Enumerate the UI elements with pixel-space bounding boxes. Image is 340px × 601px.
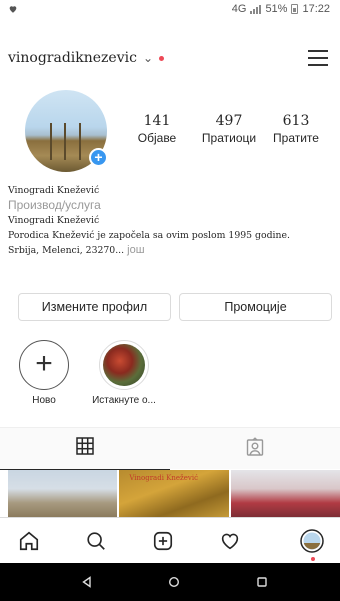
username: vinogradiknezevic <box>8 50 137 66</box>
posts-grid: Vinogradi Knežević <box>8 470 340 517</box>
home-icon[interactable] <box>16 528 42 554</box>
posts-count: 141 <box>143 113 171 129</box>
hamburger-menu-icon[interactable] <box>308 50 328 66</box>
profile-tabs <box>0 427 340 470</box>
add-story-icon[interactable]: + <box>89 148 108 167</box>
highlight-new-label: Ново <box>32 395 56 406</box>
tab-grid[interactable] <box>0 428 170 470</box>
system-navigation-bar <box>0 563 340 601</box>
bio-line-3: Srbija, Melenci, 23270... <box>8 245 125 256</box>
following-count: 613 <box>282 113 310 129</box>
post-caption-overlay: Vinogradi Knežević <box>129 474 198 482</box>
notification-dot <box>311 557 315 561</box>
post-thumbnail[interactable]: Vinogradi Knežević <box>119 470 229 517</box>
activity-heart-icon[interactable] <box>217 528 243 554</box>
followers-count: 497 <box>215 113 243 129</box>
home-button-icon[interactable] <box>166 574 182 590</box>
post-thumbnail[interactable] <box>8 470 118 517</box>
edit-profile-button[interactable]: Измените профил <box>18 293 171 321</box>
bio-more-link[interactable]: још <box>124 244 144 256</box>
highlight-new[interactable]: + Ново <box>12 340 76 406</box>
add-highlight-icon: + <box>19 340 69 390</box>
notification-dot <box>159 55 165 61</box>
stat-following[interactable]: 613 Пратите <box>261 113 331 145</box>
tagged-person-icon <box>245 436 265 462</box>
status-bar: 4G 51% 17:22 <box>0 0 340 18</box>
stat-followers[interactable]: 497 Пратиоци <box>194 113 264 145</box>
battery-icon <box>291 4 299 14</box>
bottom-navigation <box>0 517 340 563</box>
bio-line-3-wrap: Srbija, Melenci, 23270... још <box>8 243 333 258</box>
profile-avatar[interactable]: + <box>25 90 108 172</box>
highlight-stories[interactable]: Истакнуте о... <box>92 340 156 406</box>
signal-icon <box>250 4 262 14</box>
post-thumbnail[interactable] <box>230 470 340 517</box>
clock: 17:22 <box>302 3 330 15</box>
network-label: 4G <box>231 3 247 15</box>
stat-posts[interactable]: 141 Објаве <box>122 113 192 145</box>
bio-line-1: Vinogradi Knežević <box>8 215 100 226</box>
promotions-button[interactable]: Промоције <box>179 293 332 321</box>
highlight-stories-label: Истакнуте о... <box>92 395 156 406</box>
recent-apps-icon[interactable] <box>254 574 270 590</box>
profile-category: Производ/услуга <box>8 198 101 212</box>
highlight-cover <box>99 340 149 390</box>
profile-bio: Vinogradi Knežević Производ/услуга Vinog… <box>8 183 333 258</box>
heart-icon <box>8 4 18 17</box>
profile-name: Vinogradi Knežević <box>8 185 100 196</box>
profile-header: vinogradiknezevic ⌄ <box>0 40 340 76</box>
search-icon[interactable] <box>83 528 109 554</box>
followers-label: Пратиоци <box>201 131 257 145</box>
account-switcher[interactable]: vinogradiknezevic ⌄ <box>8 50 165 66</box>
battery-percent: 51% <box>265 3 288 15</box>
tab-tagged[interactable] <box>170 428 340 470</box>
following-label: Пратите <box>273 131 319 145</box>
chevron-down-icon: ⌄ <box>142 51 154 65</box>
bio-line-2: Porodica Knežević je započela sa ovim po… <box>8 230 290 241</box>
back-icon[interactable] <box>79 574 95 590</box>
posts-label: Објаве <box>137 131 177 145</box>
profile-avatar-icon[interactable] <box>299 528 325 554</box>
new-post-icon[interactable] <box>150 528 176 554</box>
grid-icon <box>75 436 95 461</box>
